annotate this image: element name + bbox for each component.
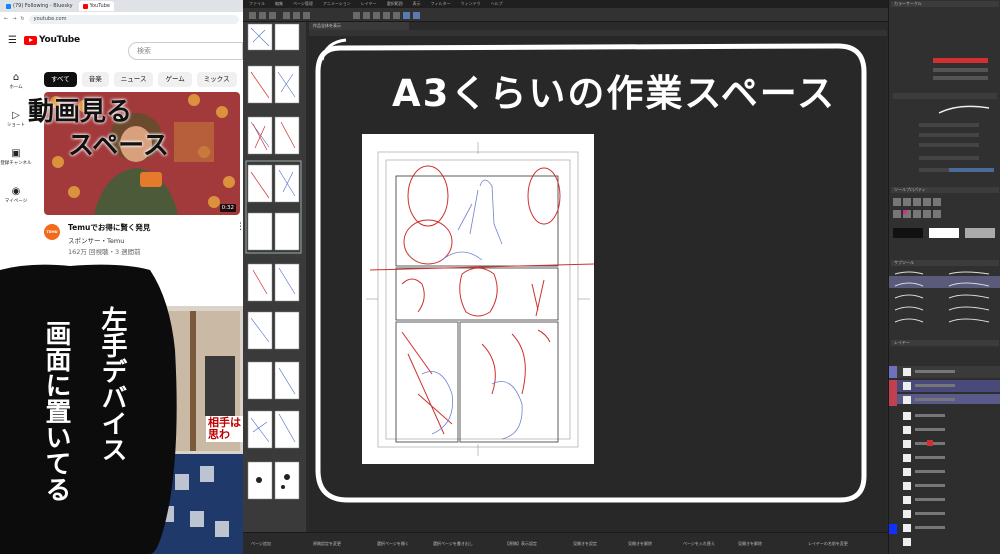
display-settings-button[interactable]: 【原稿】表示設定 [505, 541, 537, 547]
sidebar-item-label: ホーム [9, 85, 23, 90]
back-icon[interactable]: ← [4, 16, 8, 22]
swap-pages-button[interactable]: ページを入れ替え [683, 541, 715, 547]
screen: (79) Following - Bluesky YouTube ← → ↻ y… [0, 0, 1000, 554]
rename-layer-button[interactable]: レイヤーの名前を変更 [808, 541, 848, 547]
thumbnail-caption: 相手は 思わ [206, 416, 243, 442]
annotation-title: A3くらいの作業スペース [392, 72, 836, 115]
menu-view[interactable]: 表示 [413, 1, 421, 7]
youtube-icon [82, 3, 88, 9]
annotation-left-device: 左手デバイス 画面に置いてる [0, 300, 175, 554]
filter-chips: すべて 音楽 ニュース ゲーム ミックス [44, 72, 237, 87]
change-settings-button[interactable]: 原稿設定を変更 [313, 541, 341, 547]
tab-label: YouTube [89, 3, 110, 9]
menu-selection[interactable]: 選択範囲 [387, 1, 403, 7]
sidebar-item-label: マイページ [4, 199, 28, 204]
forward-icon[interactable]: → [12, 16, 16, 22]
menu-edit[interactable]: 編集 [275, 1, 283, 7]
menu-help[interactable]: ヘルプ [491, 1, 503, 7]
menu-layer[interactable]: レイヤー [361, 1, 377, 7]
browser-tab-bar: (79) Following - Bluesky YouTube [0, 0, 243, 12]
chip-music[interactable]: 音楽 [81, 72, 109, 87]
csp-command-bar [243, 8, 888, 22]
caption-line-2: 思わ [208, 428, 230, 441]
sidebar-item-label: ショート [7, 123, 25, 128]
tool-panel-header: ツールプロパティ [891, 187, 999, 193]
add-page-button[interactable]: ページ追加 [251, 541, 271, 547]
home-icon: ⌂ [12, 71, 20, 83]
chip-all[interactable]: すべて [44, 72, 77, 87]
document-tab[interactable]: 作品全体を表示 [309, 22, 409, 30]
tab-youtube[interactable]: YouTube [78, 1, 114, 11]
url-field[interactable]: youtube.com [28, 14, 239, 24]
subtool-panel-header: サブツール [891, 260, 999, 266]
color-and-tool-panels [893, 58, 997, 172]
sidebar-item-label: 登録チャンネル [0, 161, 32, 166]
video-views: 162万 回視聴・3 週間前 [68, 248, 141, 256]
unset-spread-button[interactable]: 見開きを解除 [628, 541, 652, 547]
reload-icon[interactable]: ↻ [20, 16, 24, 22]
bluesky-icon [6, 3, 11, 9]
menu-filter[interactable]: フィルター [431, 1, 451, 7]
manga-sketch [366, 142, 595, 456]
page-manager-strip [243, 22, 306, 532]
annotation-left-device-col1: 左手デバイス [97, 306, 127, 462]
address-bar-row: ← → ↻ youtube.com [0, 12, 243, 26]
tab-bluesky[interactable]: (79) Following - Bluesky [2, 1, 77, 11]
annotation-video-space: 動画見る スペース [28, 95, 169, 163]
more-options-icon[interactable]: ⋮ [236, 222, 243, 232]
chip-news[interactable]: ニュース [113, 72, 154, 87]
youtube-play-icon [23, 35, 37, 45]
youtube-logo-text: YouTube [38, 35, 80, 45]
shorts-icon: ▷ [12, 109, 20, 121]
video-title[interactable]: Temuでお得に賢く発見 [68, 222, 150, 233]
export-page-button[interactable]: 選択ページを書き出し [433, 541, 473, 547]
menu-page[interactable]: ページ管理 [293, 1, 313, 7]
account-icon: ◉ [11, 185, 21, 197]
tab-label: (79) Following - Bluesky [13, 3, 73, 9]
video-sponsor: スポンサー・Temu [68, 237, 125, 245]
open-page-button[interactable]: 選択ページを開く [377, 541, 409, 547]
annotation-video-space-line2: スペース [68, 131, 169, 161]
brush-list [889, 271, 1000, 323]
duration-badge: 0:32 [219, 204, 236, 212]
canvas-ruler [309, 30, 887, 36]
youtube-logo[interactable]: YouTube [23, 35, 80, 45]
chip-mix[interactable]: ミックス [196, 72, 237, 87]
color-panel-header: カラーサークル [891, 1, 999, 7]
menu-icon[interactable]: ☰ [8, 35, 17, 46]
set-spread-button[interactable]: 見開きを設定 [573, 541, 597, 547]
menu-window[interactable]: ウィンドウ [461, 1, 481, 7]
manga-page[interactable] [362, 134, 595, 464]
annotation-left-device-col2: 画面に置いてる [41, 320, 71, 502]
command-bar-icons [249, 12, 420, 19]
annotation-video-space-line1: 動画見る [28, 97, 133, 127]
search-input[interactable]: 検索 [128, 42, 243, 60]
csp-menu-bar: ファイル 編集 ページ管理 アニメーション レイヤー 選択範囲 表示 フィルター… [243, 0, 1000, 8]
unset-spread-button-2[interactable]: 見開きを解除 [738, 541, 762, 547]
page-thumbnails [245, 23, 302, 500]
page-manager-bottom-bar: ページ追加 原稿設定を変更 選択ページを開く 選択ページを書き出し 【原稿】表示… [243, 532, 888, 554]
menu-file[interactable]: ファイル [249, 1, 265, 7]
subscriptions-icon: ▣ [11, 147, 21, 159]
sidebar-item-account[interactable]: ◉ マイページ [0, 186, 32, 224]
tool-icons-grid [893, 198, 995, 238]
right-panel: カラーサークル ツールプロパティ サブツール レイヤー [888, 0, 1000, 554]
chip-games[interactable]: ゲーム [158, 72, 192, 87]
channel-avatar[interactable]: TEMU [44, 224, 60, 240]
layer-list [889, 348, 1000, 554]
layer-panel-header: レイヤー [891, 340, 999, 346]
menu-animation[interactable]: アニメーション [323, 1, 351, 7]
